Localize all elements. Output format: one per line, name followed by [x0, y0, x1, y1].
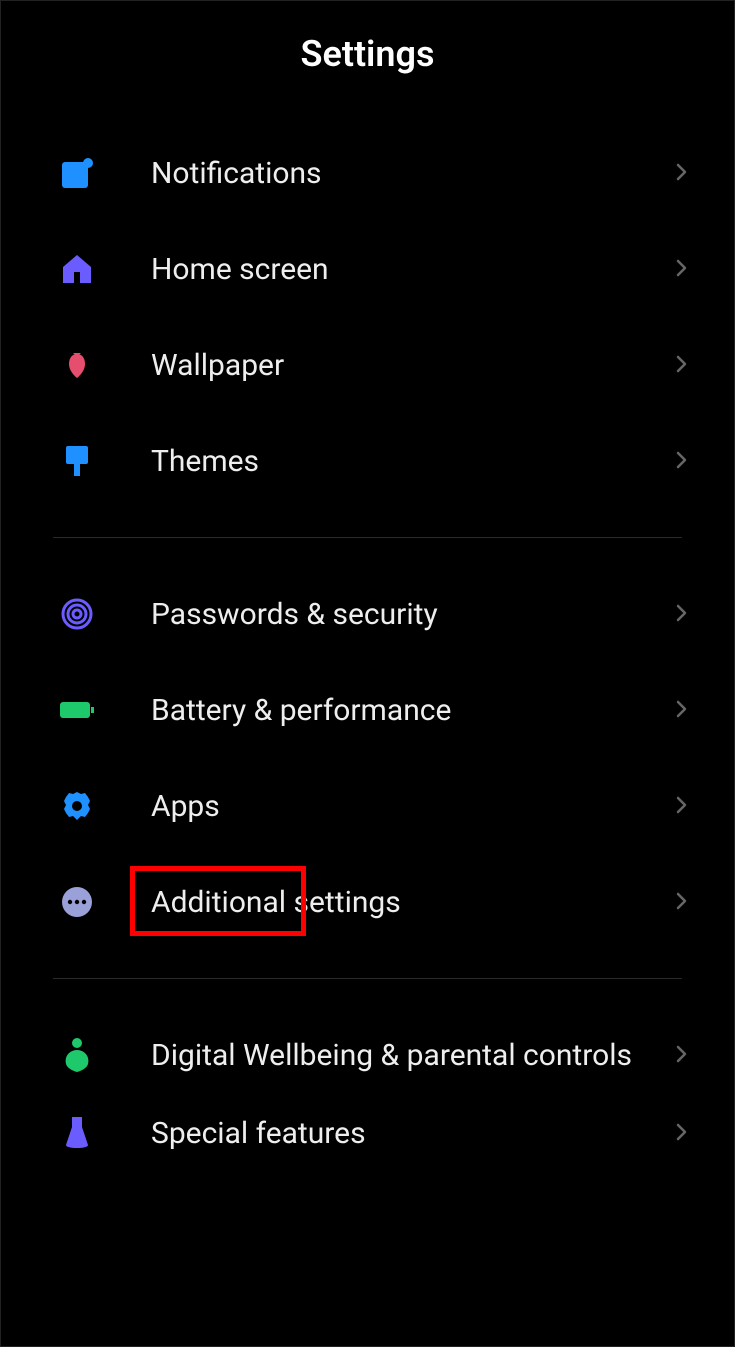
home-icon [57, 249, 97, 289]
settings-item-label: Passwords & security [151, 595, 672, 634]
settings-group: Passwords & security Battery & performan… [1, 566, 734, 950]
settings-screen: Settings Notifications Home screen [0, 0, 735, 1347]
settings-item-apps[interactable]: Apps [1, 758, 734, 854]
settings-item-label: Special features [151, 1114, 672, 1153]
settings-item-wallpaper[interactable]: Wallpaper [1, 317, 734, 413]
settings-item-label: Battery & performance [151, 691, 672, 730]
flower-icon [57, 345, 97, 385]
header: Settings [1, 1, 734, 125]
chevron-right-icon [672, 1044, 694, 1066]
chevron-right-icon [672, 699, 694, 721]
settings-item-notifications[interactable]: Notifications [1, 125, 734, 221]
heart-person-icon [57, 1035, 97, 1075]
settings-item-label: Wallpaper [151, 346, 672, 385]
settings-item-label: Home screen [151, 250, 672, 289]
settings-item-additional-settings[interactable]: Additional settings [1, 854, 734, 950]
flask-icon [57, 1113, 97, 1153]
settings-item-label: Digital Wellbeing & parental controls [151, 1036, 672, 1075]
chevron-right-icon [672, 795, 694, 817]
fingerprint-icon [57, 594, 97, 634]
brush-icon [57, 441, 97, 481]
battery-icon [57, 690, 97, 730]
settings-item-digital-wellbeing[interactable]: Digital Wellbeing & parental controls [1, 1007, 734, 1103]
settings-item-passwords-security[interactable]: Passwords & security [1, 566, 734, 662]
settings-item-themes[interactable]: Themes [1, 413, 734, 509]
settings-item-label: Apps [151, 787, 672, 826]
chevron-right-icon [672, 162, 694, 184]
gear-icon [57, 786, 97, 826]
settings-item-special-features[interactable]: Special features [1, 1103, 734, 1163]
divider [53, 537, 682, 538]
chevron-right-icon [672, 1122, 694, 1144]
chevron-right-icon [672, 258, 694, 280]
chevron-right-icon [672, 603, 694, 625]
settings-group: Digital Wellbeing & parental controls Sp… [1, 1007, 734, 1163]
settings-item-battery[interactable]: Battery & performance [1, 662, 734, 758]
settings-item-label: Themes [151, 442, 672, 481]
settings-group: Notifications Home screen Wallpaper [1, 125, 734, 509]
page-title: Settings [1, 33, 734, 75]
dots-icon [57, 882, 97, 922]
divider [53, 978, 682, 979]
settings-item-home-screen[interactable]: Home screen [1, 221, 734, 317]
notification-icon [57, 153, 97, 193]
settings-item-label: Additional settings [151, 883, 672, 922]
chevron-right-icon [672, 450, 694, 472]
settings-item-label: Notifications [151, 154, 672, 193]
chevron-right-icon [672, 354, 694, 376]
chevron-right-icon [672, 891, 694, 913]
